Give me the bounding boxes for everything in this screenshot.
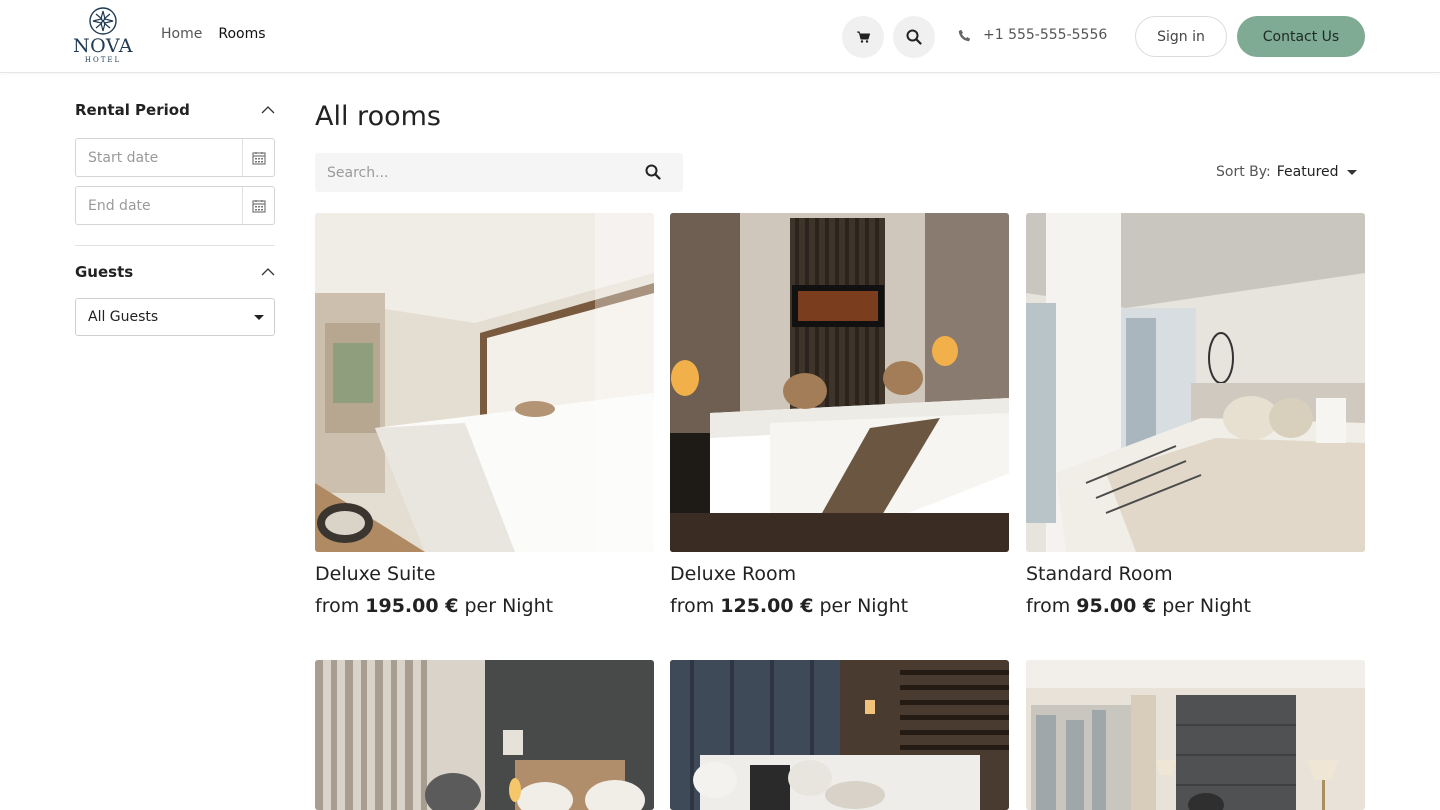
- brand-name: NOVA: [72, 35, 134, 57]
- room-card[interactable]: [1026, 660, 1365, 810]
- room-name[interactable]: Standard Room: [1026, 563, 1365, 585]
- guests-select[interactable]: All Guests: [75, 298, 275, 336]
- room-card[interactable]: Deluxe Suite from 195.00 € per Night: [315, 213, 654, 617]
- end-date-field[interactable]: End date: [75, 186, 275, 225]
- guests-header[interactable]: Guests: [75, 263, 275, 281]
- room-price: from 195.00 € per Night: [315, 595, 654, 617]
- calendar-icon[interactable]: [242, 187, 274, 224]
- room-photo[interactable]: [315, 660, 654, 810]
- room-card[interactable]: [670, 660, 1009, 810]
- chevron-up-icon[interactable]: [261, 106, 275, 114]
- sort-value: Featured: [1276, 164, 1339, 180]
- caret-down-icon: [254, 314, 264, 320]
- end-date-placeholder: End date: [88, 197, 151, 214]
- price-from: from: [1026, 595, 1071, 617]
- cart-icon: [856, 31, 870, 43]
- price-from: from: [315, 595, 360, 617]
- start-date-placeholder: Start date: [88, 149, 159, 166]
- room-photo[interactable]: [670, 660, 1009, 810]
- search-input[interactable]: [315, 164, 625, 181]
- room-name[interactable]: Deluxe Room: [670, 563, 1009, 585]
- room-price: from 125.00 € per Night: [670, 595, 1009, 617]
- room-price: from 95.00 € per Night: [1026, 595, 1365, 617]
- cart-button[interactable]: [842, 16, 884, 58]
- price-amount: 195.00 €: [365, 595, 459, 617]
- room-photo[interactable]: [1026, 660, 1365, 810]
- price-from: from: [670, 595, 715, 617]
- site-header: NOVA HOTEL Home Rooms +1 555-555-5556 Si…: [0, 0, 1440, 73]
- room-card[interactable]: [315, 660, 654, 810]
- sort-dropdown[interactable]: Sort By: Featured: [1216, 164, 1357, 180]
- price-amount: 95.00 €: [1076, 595, 1157, 617]
- price-unit: per Night: [1162, 595, 1251, 617]
- sidebar-divider: [75, 245, 275, 246]
- brand-sub: HOTEL: [84, 56, 122, 64]
- room-name[interactable]: Deluxe Suite: [315, 563, 654, 585]
- guests-title: Guests: [75, 263, 134, 281]
- filters-sidebar: Rental Period Start date End date Guests: [75, 73, 275, 336]
- rental-period-title: Rental Period: [75, 101, 190, 119]
- room-card[interactable]: Deluxe Room from 125.00 € per Night: [670, 213, 1009, 617]
- phone-link[interactable]: +1 555-555-5556: [958, 27, 1107, 43]
- price-amount: 125.00 €: [720, 595, 814, 617]
- search-icon: [906, 29, 922, 45]
- calendar-icon[interactable]: [242, 139, 274, 176]
- room-photo[interactable]: [670, 213, 1009, 552]
- phone-icon: [958, 29, 971, 41]
- sign-in-button[interactable]: Sign in: [1135, 16, 1227, 57]
- search-icon[interactable]: [645, 164, 661, 180]
- nova-hotel-logo[interactable]: NOVA HOTEL: [72, 6, 134, 66]
- phone-number: +1 555-555-5556: [983, 27, 1108, 43]
- main-nav: Home Rooms: [161, 26, 266, 42]
- caret-down-icon: [1346, 169, 1357, 175]
- nav-home[interactable]: Home: [161, 26, 202, 42]
- room-photo[interactable]: [315, 213, 654, 552]
- guests-select-value: All Guests: [88, 309, 159, 325]
- contact-us-button[interactable]: Contact Us: [1237, 16, 1365, 57]
- price-unit: per Night: [464, 595, 554, 617]
- page-title: All rooms: [315, 101, 441, 132]
- chevron-up-icon[interactable]: [261, 268, 275, 276]
- price-unit: per Night: [819, 595, 909, 617]
- room-search[interactable]: [315, 153, 683, 192]
- search-button[interactable]: [893, 16, 935, 58]
- start-date-field[interactable]: Start date: [75, 138, 275, 177]
- room-photo[interactable]: [1026, 213, 1365, 552]
- nav-rooms[interactable]: Rooms: [218, 26, 265, 42]
- rental-period-header[interactable]: Rental Period: [75, 101, 275, 119]
- sort-label: Sort By:: [1216, 164, 1271, 180]
- room-card[interactable]: Standard Room from 95.00 € per Night: [1026, 213, 1365, 617]
- compass-logo-icon: [89, 7, 117, 35]
